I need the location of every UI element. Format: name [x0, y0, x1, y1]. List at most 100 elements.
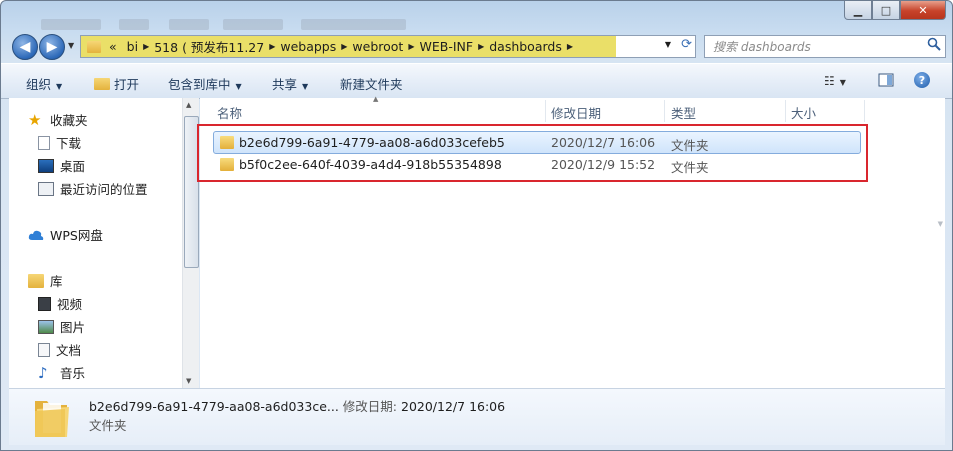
- organize-menu[interactable]: 组织 ▼: [26, 74, 62, 93]
- column-divider[interactable]: [545, 100, 546, 122]
- details-modified-value: 2020/12/7 16:06: [401, 399, 506, 414]
- blurred-text: [41, 19, 101, 30]
- sidebar-item-label: 收藏夹: [50, 113, 88, 128]
- refresh-icon[interactable]: ⟳: [681, 37, 692, 52]
- back-button[interactable]: ◀: [12, 34, 38, 60]
- include-in-library-label: 包含到库中: [168, 77, 231, 92]
- sidebar-item-libraries[interactable]: 库: [28, 271, 63, 290]
- address-history-dropdown[interactable]: ▼: [665, 40, 671, 49]
- sidebar-item-label: 文档: [56, 343, 82, 358]
- forward-arrow-icon: ▶: [46, 39, 58, 55]
- help-button[interactable]: ?: [914, 72, 930, 88]
- library-icon: [28, 273, 44, 288]
- close-button[interactable]: ✕: [900, 1, 946, 20]
- details-file-type: 文件夹: [89, 418, 127, 433]
- sidebar-item-label: 下载: [56, 136, 82, 151]
- maximize-button[interactable]: □: [872, 1, 900, 20]
- scroll-up-icon[interactable]: ▲: [186, 101, 191, 109]
- column-divider[interactable]: [785, 100, 786, 122]
- sidebar-item-videos[interactable]: 视频: [38, 294, 82, 313]
- open-label: 打开: [114, 77, 140, 92]
- breadcrumb-item[interactable]: 518 ( 预发布11.27: [149, 37, 269, 56]
- column-header-modified[interactable]: 修改日期: [551, 103, 601, 122]
- forward-button[interactable]: ▶: [39, 34, 65, 60]
- new-folder-label: 新建文件夹: [340, 77, 403, 92]
- breadcrumb: « bi ▶ 518 ( 预发布11.27 ▶ webapps ▶ webroo…: [81, 36, 573, 57]
- breadcrumb-item[interactable]: webroot: [347, 39, 408, 54]
- command-bar: 组织 ▼ 打开 包含到库中 ▼ 共享 ▼ 新建文件夹 ☷ ▼ ?: [1, 63, 952, 99]
- details-pane: b2e6d799-6a91-4779-aa08-a6d033ce... 修改日期…: [9, 388, 945, 445]
- preview-pane-button[interactable]: [878, 72, 894, 91]
- sidebar-item-wps-drive[interactable]: WPS网盘: [28, 225, 103, 244]
- recent-places-icon: [38, 181, 54, 196]
- window-controls: ▁ □ ✕: [844, 1, 946, 20]
- sidebar-item-label: 视频: [57, 297, 83, 312]
- new-folder-button[interactable]: 新建文件夹: [340, 74, 403, 93]
- explorer-window: ▁ □ ✕ ◀ ▶ ▼ « bi ▶ 518 ( 预发布11.27 ▶ weba…: [0, 0, 953, 451]
- navigation-row: ◀ ▶ ▼ « bi ▶ 518 ( 预发布11.27 ▶ webapps ▶ …: [1, 32, 952, 60]
- address-bar[interactable]: « bi ▶ 518 ( 预发布11.27 ▶ webapps ▶ webroo…: [80, 35, 696, 58]
- breadcrumb-item[interactable]: dashboards: [484, 39, 567, 54]
- details-file-name: b2e6d799-6a91-4779-aa08-a6d033ce...: [89, 399, 339, 414]
- minimize-icon: ▁: [853, 3, 863, 17]
- sidebar-item-label: 库: [50, 274, 63, 289]
- maximize-icon: □: [880, 3, 892, 17]
- details-modified-label: 修改日期:: [342, 399, 398, 414]
- sidebar-item-documents[interactable]: 文档: [38, 340, 81, 359]
- sidebar-item-label: 桌面: [60, 159, 86, 174]
- chevron-down-icon: ▼: [302, 82, 309, 91]
- documents-icon: [38, 342, 50, 357]
- blurred-text: [223, 19, 283, 30]
- preview-pane-icon: [878, 73, 894, 87]
- blurred-text: [119, 19, 149, 30]
- recent-pages-dropdown[interactable]: ▼: [68, 41, 74, 50]
- picture-icon: [38, 319, 54, 334]
- search-input[interactable]: [711, 38, 925, 55]
- include-in-library-menu[interactable]: 包含到库中 ▼: [168, 74, 242, 93]
- title-bar: ▁ □ ✕: [1, 1, 952, 31]
- share-label: 共享: [272, 77, 298, 92]
- sidebar-item-label: 图片: [60, 320, 86, 335]
- chevron-down-icon: ▼: [839, 78, 846, 87]
- sidebar-item-favorites[interactable]: ★ 收藏夹: [28, 110, 88, 129]
- column-header-type[interactable]: 类型: [671, 103, 696, 122]
- sidebar-item-recent-places[interactable]: 最近访问的位置: [38, 179, 148, 198]
- minimize-button[interactable]: ▁: [844, 1, 872, 20]
- sidebar-item-label: 音乐: [60, 366, 86, 381]
- share-menu[interactable]: 共享 ▼: [272, 74, 308, 93]
- column-divider[interactable]: [664, 100, 665, 122]
- search-icon[interactable]: [927, 37, 941, 51]
- chevron-down-icon: ▼: [68, 41, 75, 50]
- close-icon: ✕: [918, 3, 928, 17]
- sidebar-item-pictures[interactable]: 图片: [38, 317, 85, 336]
- column-divider[interactable]: [864, 100, 865, 122]
- column-header-size[interactable]: 大小: [791, 103, 816, 122]
- chevron-down-icon: ▼: [56, 82, 63, 91]
- help-icon: ?: [914, 72, 930, 88]
- navigation-pane: ★ 收藏夹 下载 桌面 最近访问的位置 WPS网盘 库 视频 图片 文档 ♪ 音…: [9, 98, 182, 388]
- open-button[interactable]: 打开: [94, 74, 139, 93]
- music-note-icon: ♪: [38, 363, 48, 382]
- view-list-icon: ☷: [824, 74, 835, 88]
- breadcrumb-item[interactable]: webapps: [275, 39, 341, 54]
- resize-grip-icon: ▼: [937, 220, 943, 228]
- sort-ascending-icon: ▲: [373, 95, 379, 103]
- chevron-right-icon[interactable]: ▶: [567, 42, 573, 51]
- sidebar-item-music[interactable]: ♪ 音乐: [38, 363, 85, 382]
- desktop-icon: [38, 158, 54, 173]
- breadcrumb-overflow[interactable]: «: [104, 39, 122, 54]
- breadcrumb-item[interactable]: WEB-INF: [414, 39, 478, 54]
- annotation-highlight-box: [197, 124, 868, 182]
- back-arrow-icon: ◀: [19, 39, 31, 55]
- scroll-down-icon[interactable]: ▼: [186, 377, 191, 385]
- sidebar-item-desktop[interactable]: 桌面: [38, 156, 85, 175]
- sidebar-item-downloads[interactable]: 下载: [38, 133, 81, 152]
- column-header-name[interactable]: 名称: [217, 103, 242, 122]
- cloud-icon: [28, 230, 44, 240]
- search-box[interactable]: [704, 35, 946, 58]
- document-icon: [38, 135, 50, 150]
- view-options-button[interactable]: ☷ ▼: [824, 74, 846, 88]
- blurred-text: [169, 19, 209, 30]
- breadcrumb-item[interactable]: bi: [122, 39, 143, 54]
- sidebar-item-label: WPS网盘: [50, 228, 103, 243]
